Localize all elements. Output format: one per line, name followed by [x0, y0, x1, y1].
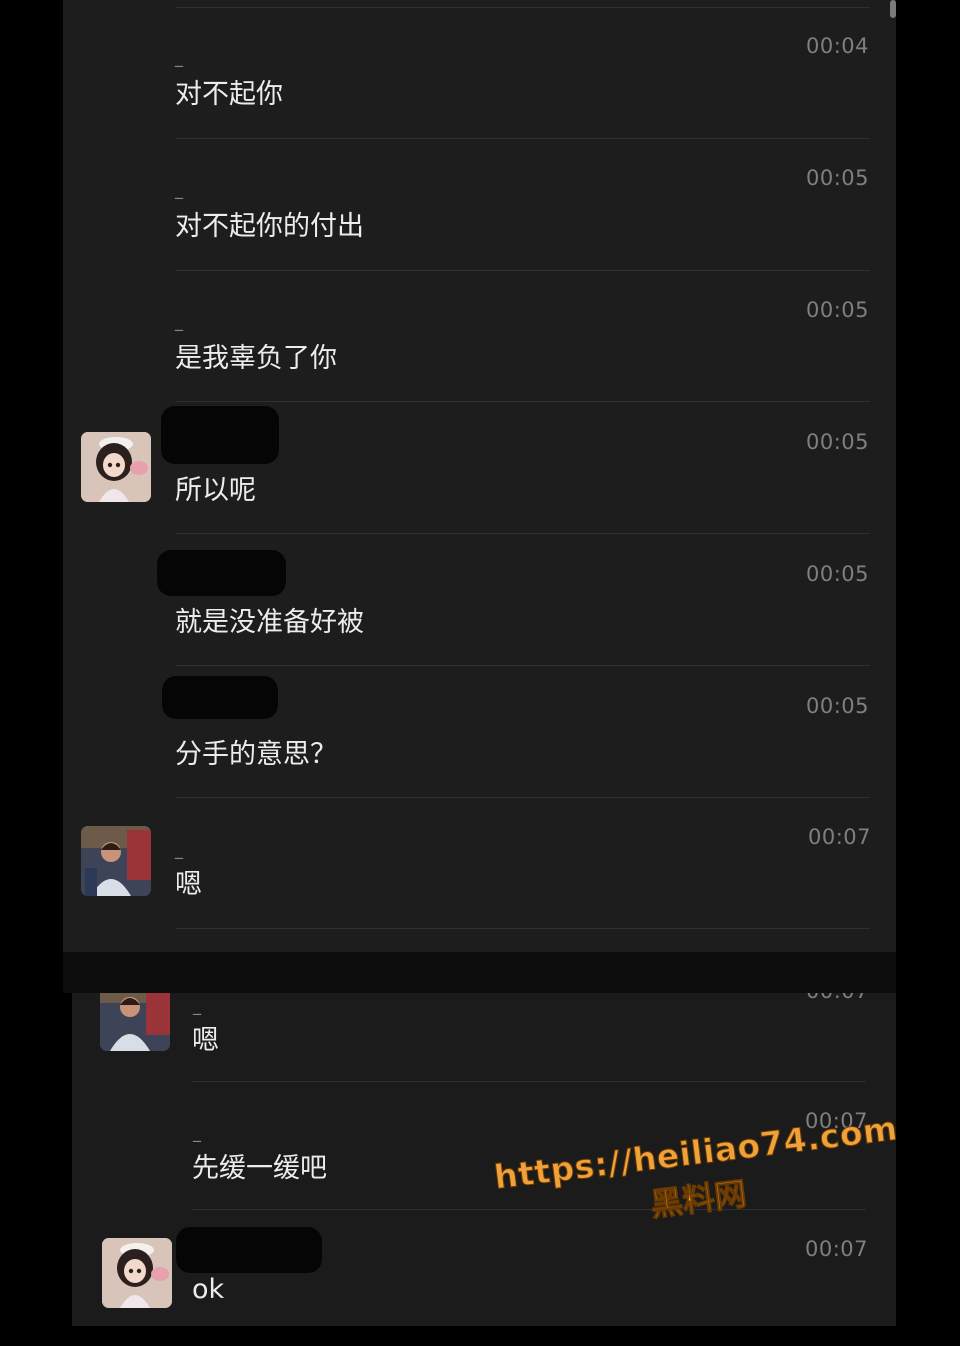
sender-name: _ [175, 840, 183, 859]
sender-name: _ [175, 180, 183, 199]
boy-avatar[interactable] [100, 993, 170, 1051]
message-time: 00:05 [806, 694, 870, 718]
message-time: 00:05 [806, 562, 870, 586]
message-divider [176, 270, 870, 271]
boy-avatar[interactable] [81, 826, 151, 896]
message-divider [176, 665, 870, 666]
boy-avatar-icon [100, 993, 170, 1051]
sender-name: _ [193, 1123, 201, 1142]
redacted-name [157, 550, 286, 596]
message-divider [176, 7, 870, 8]
message-text: 先缓一缓吧 [192, 1153, 327, 1184]
sender-name: _ [193, 996, 201, 1015]
message-time: 00:05 [806, 166, 870, 190]
message-text: ok [192, 1274, 225, 1305]
message-divider [176, 928, 870, 929]
message-text: 对不起你的付出 [175, 211, 364, 242]
message-divider [192, 1081, 866, 1082]
message-time: 00:07 [808, 825, 872, 849]
message-time: 00:05 [806, 298, 870, 322]
message-divider [176, 138, 870, 139]
scrollbar-thumb[interactable] [890, 0, 896, 18]
girl-avatar-icon [102, 1238, 172, 1308]
sender-name: _ [175, 48, 183, 67]
boy-avatar-icon [81, 826, 151, 896]
message-text: 就是没准备好被 [175, 607, 364, 638]
message-divider [176, 797, 870, 798]
message-time: 00:07 [805, 1237, 869, 1261]
message-time: 00:05 [806, 430, 870, 454]
message-text: 所以呢 [175, 475, 256, 506]
sender-name: _ [175, 312, 183, 331]
girl-avatar[interactable] [81, 432, 151, 502]
message-time: 00:04 [806, 34, 870, 58]
redacted-name [161, 406, 279, 464]
message-text: 嗯 [192, 1025, 219, 1056]
message-time: 00:07 [806, 993, 869, 1003]
girl-avatar-icon [81, 432, 151, 502]
message-text: 嗯 [175, 869, 202, 900]
redacted-name [162, 676, 278, 719]
message-text: 分手的意思？ [175, 739, 337, 770]
message-divider [176, 533, 870, 534]
redacted-name [176, 1227, 322, 1273]
chat-history-panel-top[interactable]: _ 00:04 对不起你 _ 00:05 对不起你的付出 _ 00:05 是我辜… [63, 0, 896, 952]
message-text: 对不起你 [175, 79, 283, 110]
screenshot-gap [63, 952, 896, 993]
message-divider [176, 401, 870, 402]
girl-avatar[interactable] [102, 1238, 172, 1308]
message-text: 是我辜负了你 [175, 343, 337, 374]
